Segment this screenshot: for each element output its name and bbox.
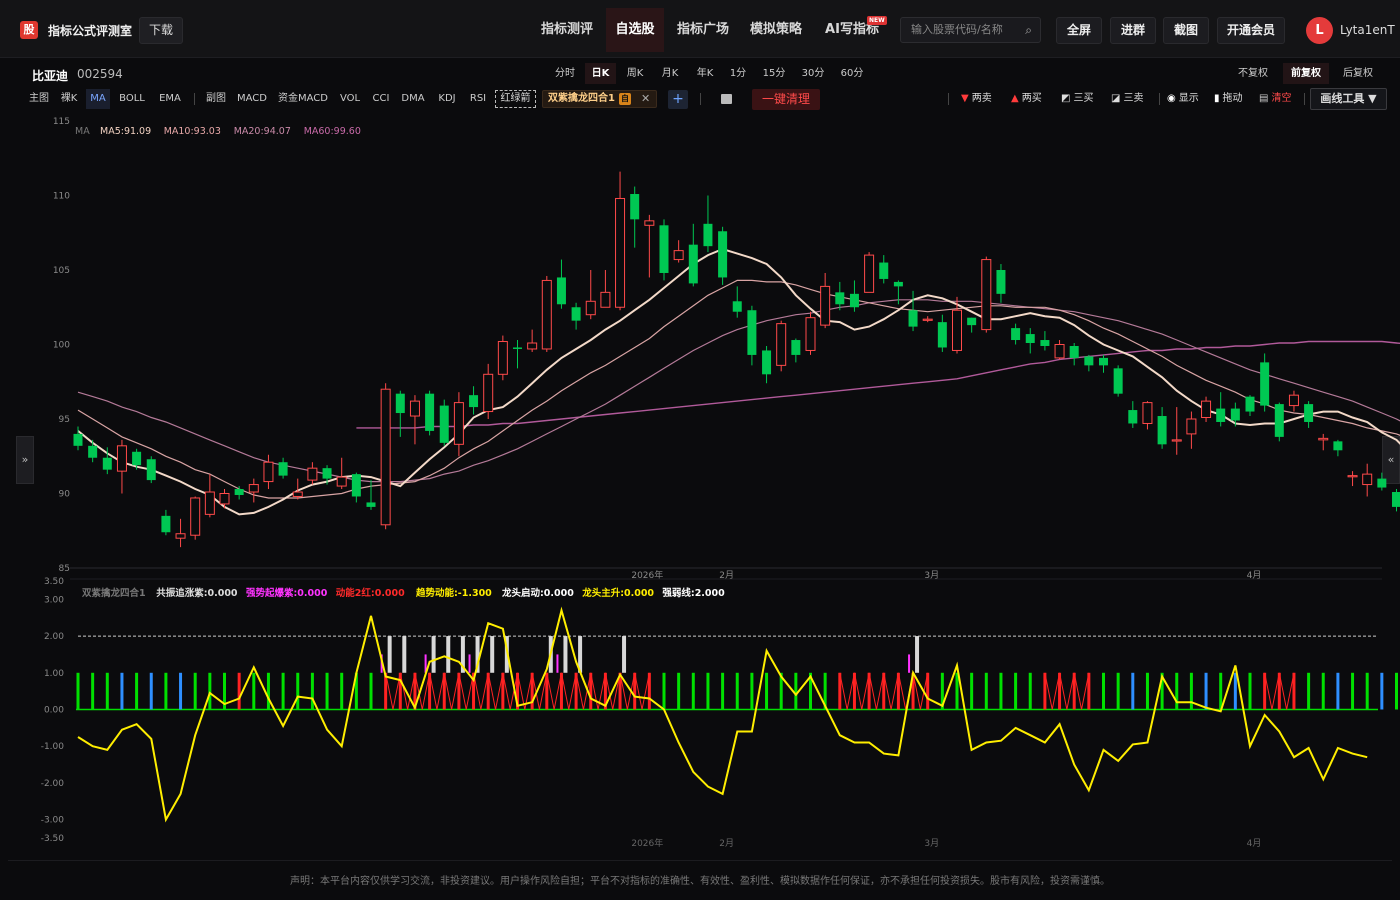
ind-dma[interactable]: DMA	[399, 89, 427, 109]
eye-icon: ◉	[1167, 93, 1176, 104]
search-placeholder: 输入股票代码/名称	[911, 23, 1003, 36]
ind-main-chart[interactable]: 主图	[27, 89, 51, 109]
period-30min[interactable]: 30分	[797, 63, 829, 84]
separator	[700, 93, 701, 105]
username[interactable]: Lyta1enT	[1340, 23, 1395, 37]
chip-tag: 自	[619, 93, 631, 105]
ind-ma[interactable]: MA	[86, 89, 110, 109]
search-icon[interactable]: ⌕	[1025, 18, 1032, 42]
new-badge: NEW	[867, 16, 887, 25]
download-button[interactable]: 下载	[139, 17, 183, 44]
brand-title: 指标公式评测室	[48, 24, 133, 38]
draw-clear[interactable]: ▤ 清空	[1259, 89, 1291, 109]
period-60min[interactable]: 60分	[836, 63, 868, 84]
trendline-icon: ◪	[1111, 93, 1121, 104]
custom-indicator-chip[interactable]: 双紫擒龙四合1 自 ✕	[542, 90, 657, 108]
expand-left-icon[interactable]: »	[16, 436, 34, 484]
adjust-none[interactable]: 不复权	[1232, 63, 1274, 84]
separator	[1304, 93, 1305, 105]
draw-three-buy[interactable]: ◩ 三买	[1061, 89, 1093, 109]
period-monthly[interactable]: 月K	[655, 63, 685, 84]
draw-two-buy[interactable]: ▲ 两买	[1011, 89, 1042, 109]
candle-body	[1392, 492, 1400, 507]
draw-label: 三卖	[1123, 93, 1144, 104]
triangle-down-icon: ▼	[961, 93, 969, 104]
nav-watchlist[interactable]: 自选股	[606, 8, 664, 52]
separator	[948, 93, 949, 105]
nav-sim-strategy[interactable]: 模拟策略	[742, 8, 810, 52]
screenshot-button[interactable]: 截图	[1163, 17, 1209, 44]
draw-label: 两买	[1021, 93, 1042, 104]
save-icon[interactable]	[721, 94, 732, 104]
period-intraday[interactable]: 分时	[550, 63, 580, 84]
period-daily[interactable]: 日K	[585, 63, 616, 84]
divider	[8, 860, 1392, 861]
period-1min[interactable]: 1分	[725, 63, 751, 84]
ind-ema[interactable]: EMA	[155, 89, 185, 109]
adjust-forward[interactable]: 前复权	[1283, 63, 1329, 84]
logo-icon: 股	[20, 21, 38, 39]
membership-button[interactable]: 开通会员	[1217, 17, 1285, 44]
chart-panel	[20, 62, 1388, 850]
ind-red-green-arrow[interactable]: 红绿箭	[495, 90, 536, 108]
separator	[1159, 93, 1160, 105]
lock-icon: ▮	[1214, 93, 1220, 104]
ind-fund-macd[interactable]: 资金MACD	[276, 89, 330, 109]
triangle-up-icon: ▲	[1011, 93, 1019, 104]
draw-two-sell[interactable]: ▼ 两卖	[961, 89, 992, 109]
period-15min[interactable]: 15分	[758, 63, 790, 84]
clear-all-button[interactable]: 一键清理	[752, 89, 820, 110]
chip-name: 双紫擒龙四合1	[548, 93, 615, 104]
draw-label: 三买	[1073, 93, 1094, 104]
add-indicator-button[interactable]: +	[668, 90, 688, 109]
expand-right-icon[interactable]: «	[1382, 436, 1400, 484]
nav-ai-indicator[interactable]: AI写指标	[818, 8, 886, 52]
draw-drag[interactable]: ▮ 拖动	[1214, 89, 1243, 109]
draw-label: 清空	[1271, 93, 1292, 104]
period-weekly[interactable]: 周K	[620, 63, 650, 84]
fullscreen-button[interactable]: 全屏	[1056, 17, 1102, 44]
draw-show[interactable]: ◉ 显示	[1167, 89, 1199, 109]
period-yearly[interactable]: 年K	[690, 63, 720, 84]
nav-indicator-square[interactable]: 指标广场	[668, 8, 738, 52]
separator	[194, 93, 195, 105]
ind-cci[interactable]: CCI	[369, 89, 393, 109]
close-icon[interactable]: ✕	[641, 91, 650, 107]
avatar[interactable]: L	[1306, 17, 1333, 44]
top-bar: 股 指标公式评测室 下载 指标测评 自选股 指标广场 模拟策略 AI写指标 NE…	[0, 0, 1400, 58]
trendline-icon: ◩	[1061, 93, 1071, 104]
join-group-button[interactable]: 进群	[1110, 17, 1156, 44]
ind-bare-k[interactable]: 裸K	[57, 89, 81, 109]
trash-icon: ▤	[1259, 93, 1269, 104]
ind-kdj[interactable]: KDJ	[434, 89, 460, 109]
draw-label: 显示	[1178, 93, 1199, 104]
ind-macd[interactable]: MACD	[235, 89, 269, 109]
draw-tools-menu[interactable]: 画线工具 ▼	[1310, 88, 1387, 110]
nav-indicator-review[interactable]: 指标测评	[532, 8, 602, 52]
draw-label: 两卖	[971, 93, 992, 104]
ind-rsi[interactable]: RSI	[466, 89, 490, 109]
draw-three-sell[interactable]: ◪ 三卖	[1111, 89, 1143, 109]
adjust-backward[interactable]: 后复权	[1337, 63, 1379, 84]
ind-vol[interactable]: VOL	[337, 89, 363, 109]
search-input[interactable]: 输入股票代码/名称 ⌕	[900, 17, 1041, 43]
stock-name: 比亚迪	[32, 69, 69, 83]
draw-label: 拖动	[1222, 93, 1243, 104]
stock-code: 002594	[77, 67, 123, 81]
disclaimer: 声明：本平台内容仅供学习交流，非投资建议。用户操作风险自担；平台不对指标的准确性…	[290, 876, 1110, 887]
ind-boll[interactable]: BOLL	[116, 89, 148, 109]
ind-sub-chart[interactable]: 副图	[202, 89, 230, 109]
